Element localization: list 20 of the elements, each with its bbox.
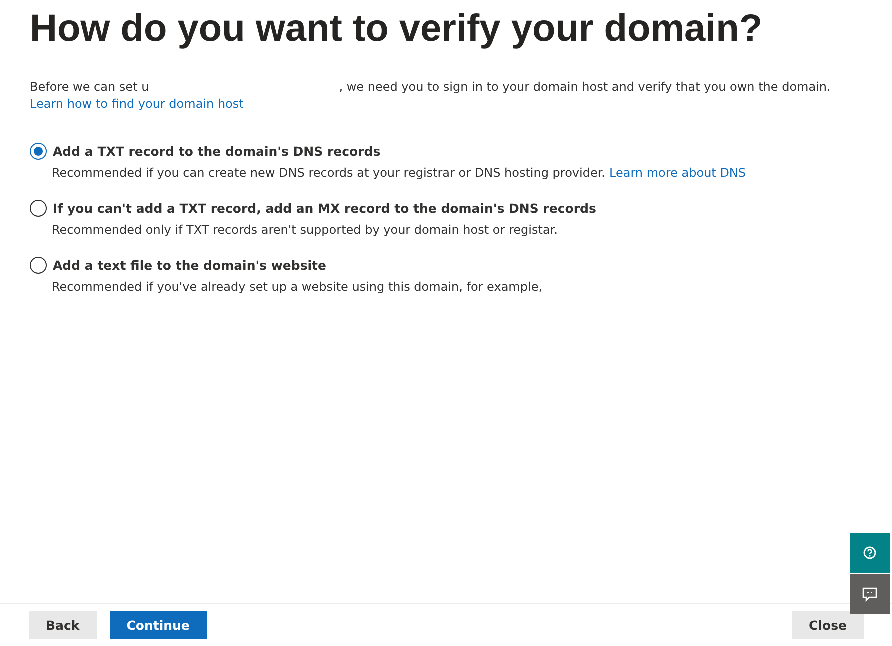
help-link[interactable]: Learn how to find your domain host	[30, 97, 244, 111]
close-button[interactable]: Close	[792, 611, 864, 639]
dns-link[interactable]: Learn more about DNS	[610, 166, 746, 180]
help-button[interactable]	[850, 533, 890, 573]
option-label: Add a text file to the domain's website	[53, 258, 326, 273]
intro-text: Before we can set u , we need you to sign in to your domain host and verify that you own the domain. Learn how to find your domain host	[30, 79, 832, 113]
option-description: Recommended if you've already set up a website using this domain, for example,	[52, 280, 544, 294]
feedback-button[interactable]	[850, 574, 890, 614]
page-title: How do you want to verify your domain?	[30, 8, 764, 51]
back-button[interactable]: Back	[29, 611, 97, 639]
option-label: If you can't add a TXT record, add an MX record to the domain's DNS records	[53, 201, 596, 216]
option-description: Recommended if you can create new DNS records at your registrar or DNS hosting provider. Learn more about DNS	[52, 166, 748, 180]
option-label: Add a TXT record to the domain's DNS records	[53, 144, 381, 159]
continue-button[interactable]: Continue	[110, 611, 207, 639]
radio-button[interactable]	[30, 143, 47, 160]
option-description: Recommended only if TXT records aren't supported by your domain host or registar.	[52, 223, 559, 237]
radio-button[interactable]	[30, 200, 47, 217]
help-icon	[863, 546, 877, 560]
chat-icon	[862, 586, 878, 602]
radio-button[interactable]	[30, 257, 47, 274]
